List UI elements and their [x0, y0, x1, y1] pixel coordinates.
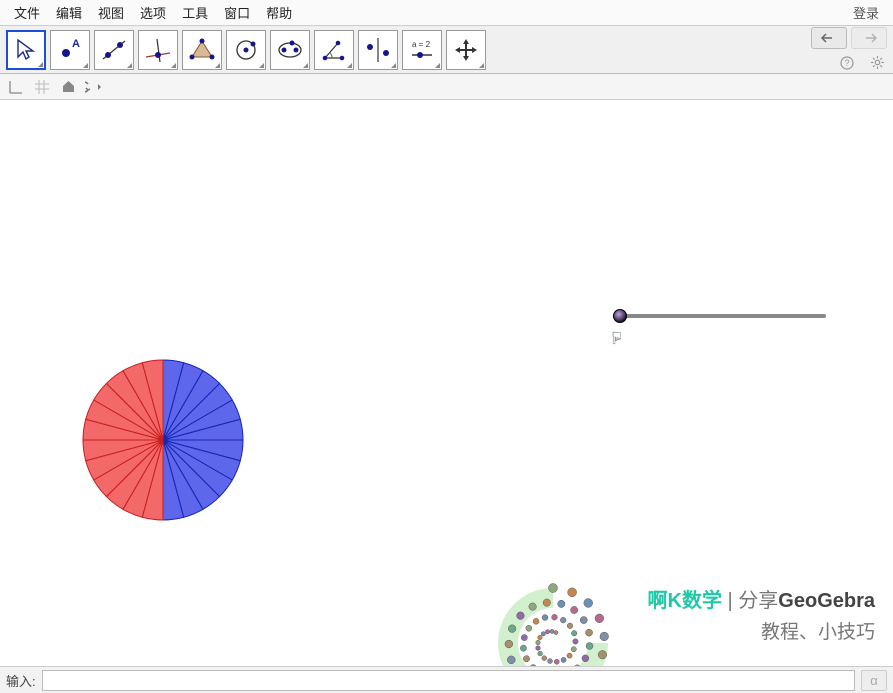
input-bar: 输入: α [0, 666, 893, 693]
menu-file[interactable]: 文件 [6, 0, 48, 25]
slider-handle[interactable] [613, 309, 627, 323]
toolbar: A a = 2 ? [0, 26, 893, 74]
menu-window[interactable]: 窗口 [216, 0, 258, 25]
view-bar [0, 74, 893, 100]
hand-cursor-icon: ☜ [608, 330, 628, 345]
point-capture-icon[interactable] [84, 77, 104, 97]
menu-view[interactable]: 视图 [90, 0, 132, 25]
input-help-icon[interactable]: α [861, 670, 887, 691]
undo-button[interactable] [811, 27, 847, 49]
settings-icon[interactable] [867, 53, 887, 73]
redo-button[interactable] [851, 27, 887, 49]
spiral-logo [478, 568, 628, 666]
toggle-axes-icon[interactable] [6, 77, 26, 97]
svg-text:?: ? [844, 58, 849, 68]
watermark: 啊K数学 | 分享GeoGebra 教程、小技巧 [648, 584, 875, 644]
home-icon[interactable] [58, 77, 78, 97]
svg-text:A: A [72, 38, 80, 50]
tool-move[interactable] [6, 30, 46, 70]
menu-tools[interactable]: 工具 [174, 0, 216, 25]
menu-help[interactable]: 帮助 [258, 0, 300, 25]
command-input[interactable] [42, 670, 855, 691]
menu-bar: 文件 编辑 视图 选项 工具 窗口 帮助 登录 [0, 0, 893, 26]
graphics-view[interactable]: ☜ 啊K数学 | 分享GeoGebra 教程、小技巧 [0, 100, 893, 666]
tool-perpendicular[interactable] [138, 30, 178, 70]
tool-angle[interactable] [314, 30, 354, 70]
tool-reflect[interactable] [358, 30, 398, 70]
watermark-sub: 教程、小技巧 [648, 617, 875, 644]
help-icon[interactable]: ? [837, 53, 857, 73]
tool-point[interactable]: A [50, 30, 90, 70]
tool-line[interactable] [94, 30, 134, 70]
menu-options[interactable]: 选项 [132, 0, 174, 25]
tool-ellipse[interactable] [270, 30, 310, 70]
tool-polygon[interactable] [182, 30, 222, 70]
pie-chart[interactable] [81, 358, 245, 522]
svg-text:a = 2: a = 2 [412, 40, 431, 49]
tool-circle[interactable] [226, 30, 266, 70]
tool-slider[interactable]: a = 2 [402, 30, 442, 70]
slider-track[interactable] [618, 314, 826, 318]
toggle-grid-icon[interactable] [32, 77, 52, 97]
login-link[interactable]: 登录 [845, 0, 887, 25]
menu-edit[interactable]: 编辑 [48, 0, 90, 25]
tool-pan[interactable] [446, 30, 486, 70]
input-label: 输入: [6, 671, 36, 690]
watermark-brand: 啊K数学 [648, 590, 722, 612]
